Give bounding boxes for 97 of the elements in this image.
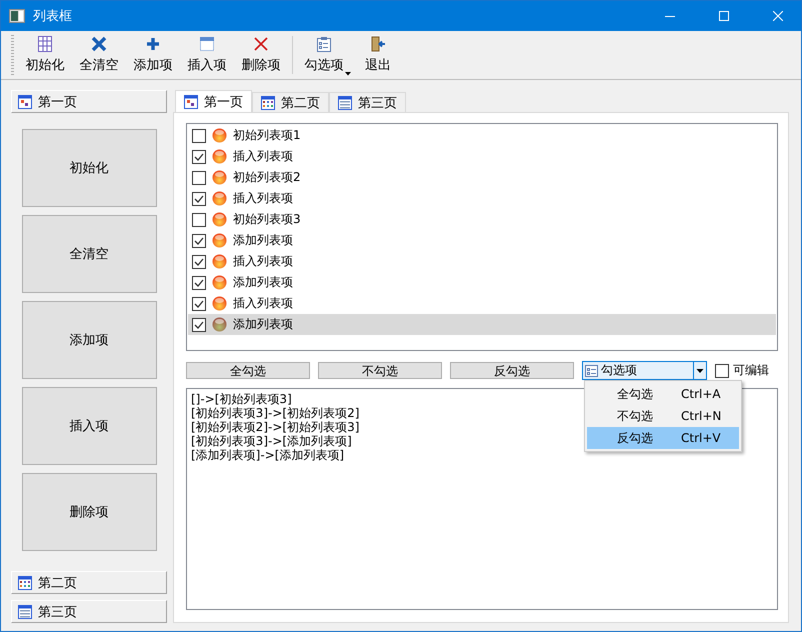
grid-icon xyxy=(37,36,53,52)
menu-item[interactable]: 不勾选 Ctrl+N xyxy=(587,405,739,427)
checkbox[interactable] xyxy=(192,212,206,226)
delete-icon xyxy=(253,36,269,52)
close-icon xyxy=(91,36,107,52)
editable-checkbox[interactable]: 可编辑 xyxy=(715,362,769,379)
sidebar-section-header[interactable]: 第三页 xyxy=(11,600,167,623)
ball-icon xyxy=(212,275,227,290)
sidebar-button[interactable]: 删除项 xyxy=(22,473,156,551)
item-label: 初始列表项3 xyxy=(233,211,301,228)
ball-icon xyxy=(212,212,227,227)
tab[interactable]: 第二页 xyxy=(252,92,329,112)
checkbox[interactable] xyxy=(192,318,206,332)
ball-icon xyxy=(212,296,227,311)
combo-value: 勾选项 xyxy=(601,362,638,379)
log-line: [初始列表项2]->[初始列表项3] xyxy=(191,420,360,434)
ball-icon xyxy=(212,191,227,206)
ball-icon xyxy=(212,254,227,269)
toolbar-button[interactable]: 添加项 xyxy=(126,34,180,76)
checkbox[interactable] xyxy=(192,192,206,206)
toolbar-button[interactable]: 全清空 xyxy=(72,34,126,76)
menu-label: 不勾选 xyxy=(616,408,654,424)
log-line: [添加列表项]->[添加列表项] xyxy=(191,448,344,462)
toolbar-button[interactable]: 初始化 xyxy=(18,34,72,76)
toolbar-button[interactable]: 退出 xyxy=(351,34,405,76)
list-item[interactable]: 插入列表项 xyxy=(188,251,776,272)
sidebar-section-header[interactable]: 第一页 xyxy=(11,90,167,113)
close-icon xyxy=(773,11,783,21)
item-label: 插入列表项 xyxy=(233,190,293,207)
list-item[interactable]: 插入列表项 xyxy=(188,146,776,167)
checkbox[interactable] xyxy=(192,150,206,164)
calendar-icon xyxy=(18,576,32,590)
item-label: 添加列表项 xyxy=(233,316,293,333)
calendar-icon xyxy=(338,96,352,110)
ball-icon xyxy=(212,128,227,143)
app-icon xyxy=(9,9,25,23)
list-item[interactable]: 插入列表项 xyxy=(188,188,776,209)
shortcut-text: Ctrl+V xyxy=(680,431,721,445)
menu-label: 全勾选 xyxy=(616,386,654,402)
item-label: 插入列表项 xyxy=(233,148,293,165)
dropdown-arrow-icon xyxy=(693,362,706,379)
checklist-icon xyxy=(585,364,598,377)
checkbox[interactable] xyxy=(192,276,206,290)
action-button[interactable]: 不勾选 xyxy=(318,362,442,379)
item-label: 添加列表项 xyxy=(233,274,293,291)
list-item[interactable]: 添加列表项 xyxy=(188,272,776,293)
list-item[interactable]: 初始列表项1 xyxy=(188,125,776,146)
item-label: 插入列表项 xyxy=(233,253,293,270)
checkbox[interactable] xyxy=(192,254,206,268)
item-label: 初始列表项2 xyxy=(233,169,301,186)
insert-row-icon xyxy=(199,36,215,52)
shortcut-text: Ctrl+A xyxy=(680,387,721,401)
sidebar-section-header[interactable]: 第二页 xyxy=(11,571,167,594)
door-arrow-icon xyxy=(370,36,386,52)
menu-item[interactable]: 反勾选 Ctrl+V xyxy=(587,427,739,449)
checkbox[interactable] xyxy=(192,170,206,184)
log-line: []->[初始列表项3] xyxy=(191,392,292,406)
sidebar-button[interactable]: 插入项 xyxy=(22,387,156,465)
plus-icon xyxy=(145,36,161,52)
ball-icon xyxy=(212,317,227,332)
toolbar-button[interactable]: 删除项 xyxy=(234,34,288,76)
list-item[interactable]: 添加列表项 xyxy=(188,314,776,335)
checklist-icon xyxy=(316,36,332,52)
calendar-icon xyxy=(18,604,32,618)
shortcut-text: Ctrl+N xyxy=(680,409,722,423)
tab[interactable]: 第三页 xyxy=(329,92,406,112)
log-line: [初始列表项3]->[添加列表项] xyxy=(191,434,352,448)
list-item[interactable]: 添加列表项 xyxy=(188,230,776,251)
ball-icon xyxy=(212,170,227,185)
window-title: 列表框 xyxy=(33,8,73,25)
item-label: 添加列表项 xyxy=(233,232,293,249)
checkbox[interactable] xyxy=(192,234,206,248)
sidebar-button[interactable]: 初始化 xyxy=(22,129,156,207)
ball-icon xyxy=(212,149,227,164)
checkbox[interactable] xyxy=(192,128,206,142)
tab[interactable]: 第一页 xyxy=(175,90,252,112)
checkbox-label: 可编辑 xyxy=(733,362,769,379)
list-item[interactable]: 初始列表项2 xyxy=(188,167,776,188)
menu-label: 反勾选 xyxy=(616,430,654,446)
list-item[interactable]: 插入列表项 xyxy=(188,293,776,314)
checkbox[interactable] xyxy=(192,296,206,310)
action-button[interactable]: 反勾选 xyxy=(450,362,574,379)
toolbar-button[interactable]: 插入项 xyxy=(180,34,234,76)
log-line: [初始列表项3]->[初始列表项2] xyxy=(191,406,360,420)
maximize-icon xyxy=(719,11,729,21)
list-item[interactable]: 初始列表项3 xyxy=(188,209,776,230)
action-button[interactable]: 全勾选 xyxy=(186,362,310,379)
item-label: 插入列表项 xyxy=(233,295,293,312)
sidebar-button[interactable]: 添加项 xyxy=(22,301,156,379)
toolbar-button[interactable]: 勾选项 xyxy=(297,34,351,76)
sidebar-button[interactable]: 全清空 xyxy=(22,215,156,293)
calendar-icon xyxy=(261,96,275,110)
combo-box[interactable]: 勾选项 xyxy=(582,361,707,380)
item-label: 初始列表项1 xyxy=(233,127,301,144)
ball-icon xyxy=(212,233,227,248)
calendar-icon xyxy=(184,94,198,108)
calendar-icon xyxy=(18,94,32,108)
